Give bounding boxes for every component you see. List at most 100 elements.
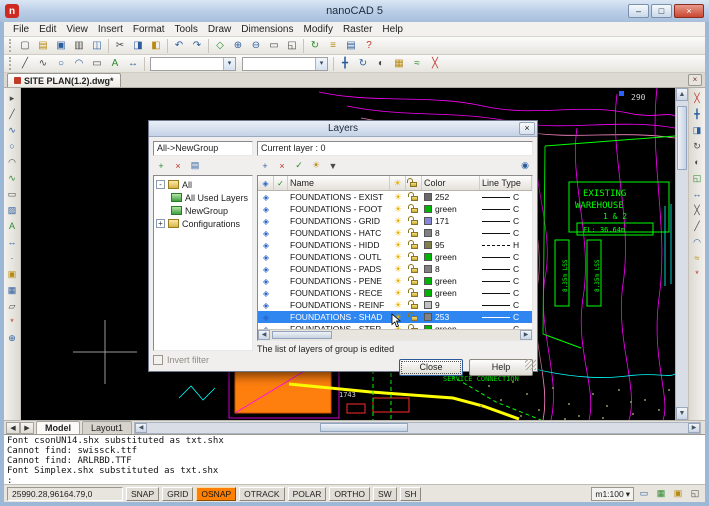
zoom-icon[interactable]: ⊕ [5,331,20,345]
arc-icon[interactable]: ◠ [5,155,20,169]
trim-icon[interactable]: ╳ [690,203,705,217]
group-properties-icon[interactable]: ▤ [187,159,203,173]
vertical-scrollbar[interactable]: ▲ ▼ [675,88,688,420]
linetype-column-header[interactable]: Line Type [480,176,532,190]
toolbar-grip[interactable] [9,57,13,70]
layer-color[interactable]: 171 [422,216,480,226]
layer-color[interactable]: 8 [422,264,480,274]
table-row[interactable]: ◈ FOUNDATIONS - RECE ☀ green C [258,287,532,299]
scroll-up-icon[interactable]: ▲ [676,88,688,101]
scroll-down-icon[interactable]: ▼ [676,407,688,420]
table-row-selected[interactable]: ◈ FOUNDATIONS - SHAD ☀ 253 C [258,311,532,323]
command-prompt[interactable]: : [7,476,702,484]
mirror-tool-icon[interactable]: ◐ [372,56,390,72]
layer-linetype[interactable]: C [480,228,532,238]
invert-filter-checkbox[interactable] [153,355,163,365]
osnap-toggle[interactable]: OSNAP [196,487,236,501]
layer-unlock-icon[interactable] [406,253,422,261]
table-row[interactable]: ◈ FOUNDATIONS - FOOT ☀ green C [258,203,532,215]
delete-layer-icon[interactable]: × [274,159,290,173]
dialog-resize-grip[interactable] [525,359,536,370]
copy-icon[interactable]: ◨ [129,38,147,54]
move-tool-icon[interactable]: ╋ [336,56,354,72]
text-tool-icon[interactable]: A [106,56,124,72]
table-scroll-thumb[interactable] [272,331,332,339]
table-horizontal-scrollbar[interactable]: ◀ ▶ [258,329,532,340]
polyline-icon[interactable]: ∿ [5,123,20,137]
print-preview-icon[interactable]: ◫ [88,38,106,54]
layer-unlock-icon[interactable] [406,301,422,309]
cut-icon[interactable]: ✂ [111,38,129,54]
layer-linetype[interactable]: C [480,204,532,214]
scroll-left-icon[interactable]: ◀ [258,330,270,340]
layer-unlock-icon[interactable] [406,265,422,273]
sw-toggle[interactable]: SW [373,487,397,501]
layer-color[interactable]: 253 [422,312,480,322]
layer-on-icon[interactable]: ☀ [390,288,406,299]
move-icon[interactable]: ╋ [690,107,705,121]
layer-color[interactable]: 252 [422,192,480,202]
properties-icon[interactable]: ▤ [342,38,360,54]
layer-on-icon[interactable]: ☀ [390,276,406,287]
layer-color[interactable]: 9 [422,300,480,310]
table-row[interactable]: ◈ FOUNDATIONS - OUTL ☀ green C [258,251,532,263]
layer-on-icon[interactable]: ☀ [390,216,406,227]
regen-icon[interactable]: ↻ [306,38,324,54]
scale-icon[interactable]: ◱ [690,171,705,185]
menu-draw[interactable]: Draw [203,24,236,35]
table-row[interactable]: ◈ FOUNDATIONS - EXIST ☀ 252 C [258,191,532,203]
table-row[interactable]: ◈ FOUNDATIONS - PADS ☀ 8 C [258,263,532,275]
current-layer-combo[interactable]: ▾ [150,57,236,71]
layer-color[interactable]: green [422,324,480,329]
menu-view[interactable]: View [61,24,93,35]
rectangle-icon[interactable]: ▭ [5,187,20,201]
explode-icon[interactable]: * [5,315,20,329]
vertical-scroll-thumb[interactable] [677,106,687,170]
new-layer-icon[interactable]: + [257,159,273,173]
help-icon[interactable]: ? [360,38,378,54]
scroll-right-icon[interactable]: ▶ [520,330,532,340]
delete-group-icon[interactable]: × [170,159,186,173]
close-button[interactable]: × [674,4,704,18]
layer-unlock-icon[interactable] [406,277,422,285]
block-icon[interactable]: ▣ [5,267,20,281]
vertical-scroll-track[interactable] [676,101,688,407]
polyline-tool-icon[interactable]: ∿ [34,56,52,72]
layer-on-icon[interactable]: ☀ [390,264,406,275]
menu-tools[interactable]: Tools [170,24,203,35]
close-document-icon[interactable]: × [688,74,702,86]
layer-linetype[interactable]: C [480,288,532,298]
layer-unlock-icon[interactable] [406,313,422,321]
lock-ui-icon[interactable]: ▣ [671,487,685,501]
fillet-icon[interactable]: ◠ [690,235,705,249]
expand-icon[interactable]: + [156,219,165,228]
name-column-header[interactable]: Name [288,176,390,190]
line-tool-icon[interactable]: ╱ [16,56,34,72]
layer-on-icon[interactable]: ☀ [390,300,406,311]
layer-unlock-icon[interactable] [406,193,422,201]
layer-color[interactable]: green [422,204,480,214]
explode-object-icon[interactable]: * [690,267,705,281]
menu-format[interactable]: Format [128,24,170,35]
layer-on-icon[interactable]: ☀ [390,204,406,215]
horizontal-scroll-thumb[interactable] [320,423,408,432]
chevron-down-icon[interactable]: ▾ [223,58,235,70]
layer-linetype[interactable]: C [480,300,532,310]
on-column-icon[interactable]: ☀ [390,176,406,190]
scroll-right-icon[interactable]: ▶ [688,423,700,433]
layer-unlock-icon[interactable] [406,325,422,329]
menu-edit[interactable]: Edit [34,24,61,35]
layer-linetype[interactable]: C [480,324,532,329]
dimension-tool-icon[interactable]: ↔ [124,56,142,72]
image-icon[interactable]: ▦ [5,283,20,297]
table-row[interactable]: ◈ FOUNDATIONS - PENE ☀ green C [258,275,532,287]
lock-column-icon[interactable] [406,176,422,190]
layer-unlock-icon[interactable] [406,241,422,249]
layer-linetype[interactable]: C [480,252,532,262]
help-button[interactable]: Help [469,359,533,376]
array-tool-icon[interactable]: ▦ [390,56,408,72]
menu-insert[interactable]: Insert [93,24,128,35]
table-row[interactable]: ◈ FOUNDATIONS - GRID ☀ 171 C [258,215,532,227]
collapse-icon[interactable]: - [156,180,165,189]
zoom-in-icon[interactable]: ⊕ [229,38,247,54]
